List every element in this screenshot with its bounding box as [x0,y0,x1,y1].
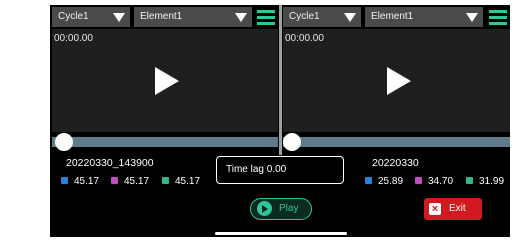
left-value-blue: 45.17 [61,176,99,188]
caret-down-icon [113,13,125,22]
right-video-pane: Cycle1 Element1 00:00.00 [283,5,510,132]
right-list-menu-icon[interactable] [486,6,510,28]
right-value-blue: 25.89 [365,176,403,188]
slider-track[interactable] [283,137,510,147]
right-cycle-value: Cycle1 [289,11,320,22]
time-lag-value: 0.00 [266,164,287,175]
magenta-marker-icon [415,177,422,184]
right-filename: 20220330 [372,157,419,169]
left-timecode: 00:00.00 [54,33,93,44]
video-compare-screen: Cycle1 Element1 00:00.00 Cycle1 Element1 [50,5,510,237]
right-element-value: Element1 [371,11,414,22]
left-video-pane: Cycle1 Element1 00:00.00 [52,5,278,132]
pane-divider[interactable] [279,5,282,155]
play-icon[interactable] [386,66,411,95]
caret-down-icon [344,13,356,22]
caret-down-icon [466,13,478,22]
left-value-magenta: 45.17 [111,176,149,188]
left-cycle-value: Cycle1 [58,11,89,22]
right-video-player[interactable]: 00:00.00 [283,29,510,132]
close-icon: × [429,203,441,215]
play-icon [257,201,272,216]
green-marker-icon [162,177,169,184]
left-element-value: Element1 [140,11,183,22]
play-button[interactable]: Play [250,198,312,220]
blue-marker-icon [61,177,68,184]
home-indicator[interactable] [215,232,347,235]
exit-button[interactable]: × Exit [424,198,482,220]
blue-marker-icon [365,177,372,184]
left-list-menu-icon[interactable] [254,6,278,28]
left-element-dropdown[interactable]: Element1 [134,7,252,27]
time-lag-label: Time lag [226,164,264,175]
left-cycle-dropdown[interactable]: Cycle1 [52,7,130,27]
right-element-dropdown[interactable]: Element1 [365,7,483,27]
left-video-player[interactable]: 00:00.00 [52,29,278,132]
play-label: Play [279,203,299,214]
right-value-green: 31.99 [466,176,504,188]
right-value-magenta: 34.70 [415,176,453,188]
magenta-marker-icon [111,177,118,184]
left-timeline-slider[interactable] [52,133,278,151]
left-filename: 20220330_143900 [66,157,154,169]
slider-track[interactable] [52,137,278,147]
exit-label: Exit [449,203,466,214]
right-timeline-slider[interactable] [283,133,510,151]
slider-thumb[interactable] [283,133,301,151]
time-lag-field[interactable]: Time lag 0.00 [216,156,344,184]
caret-down-icon [235,13,247,22]
right-cycle-dropdown[interactable]: Cycle1 [283,7,361,27]
slider-thumb[interactable] [55,133,73,151]
right-timecode: 00:00.00 [285,33,324,44]
green-marker-icon [466,177,473,184]
left-value-green: 45.17 [162,176,200,188]
play-icon[interactable] [155,66,179,95]
